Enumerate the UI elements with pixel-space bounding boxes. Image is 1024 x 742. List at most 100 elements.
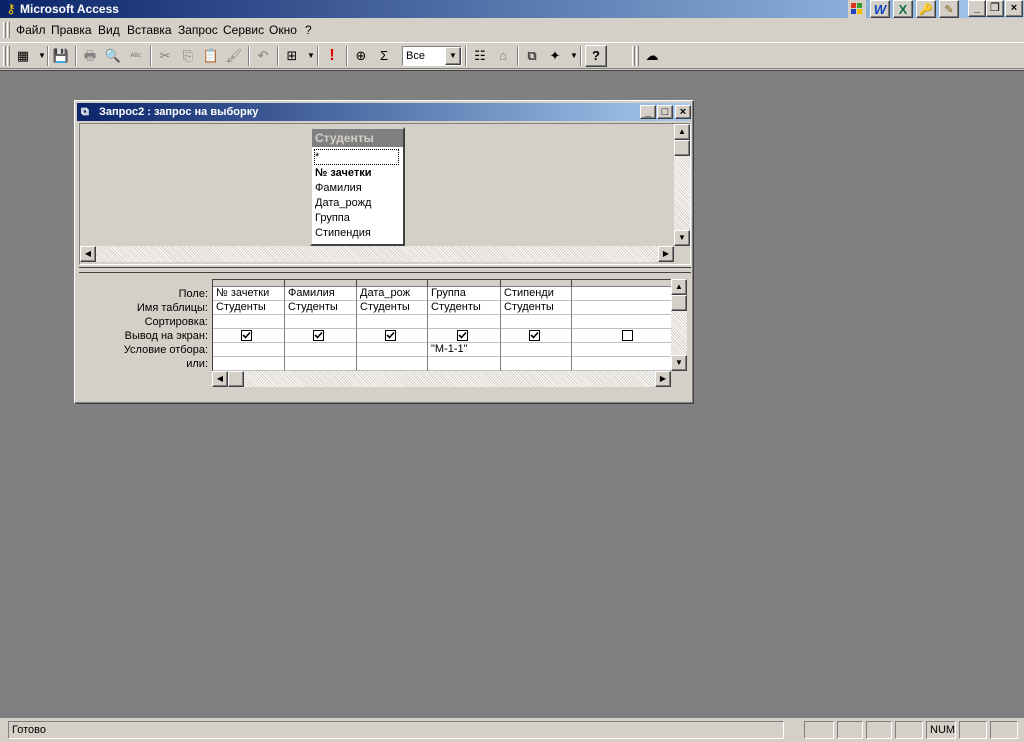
grid-or-cell[interactable]: [357, 357, 428, 371]
scroll-down-icon[interactable]: ▼: [671, 355, 687, 371]
grid-table-cell[interactable]: [572, 301, 671, 315]
scroll-left-icon[interactable]: ◀: [80, 246, 96, 262]
show-table-icon[interactable]: ⊕: [350, 45, 372, 67]
grid-sort-cell[interactable]: [357, 315, 428, 329]
query-design-grid[interactable]: № зачетки Студенты Фамилия Студенты Дата…: [212, 279, 671, 371]
run-icon[interactable]: !: [321, 45, 343, 67]
app-title-bar[interactable]: ⚷ Microsoft Access W X 🔑 ✎ _ ❐ ×: [0, 0, 1024, 18]
scroll-up-icon[interactable]: ▲: [671, 279, 687, 295]
grid-criteria-cell[interactable]: [213, 343, 285, 357]
copy-icon[interactable]: ⎘: [177, 45, 199, 67]
query-close-button[interactable]: ×: [675, 105, 691, 119]
grid-table-cell[interactable]: Студенты: [428, 301, 501, 315]
print-icon[interactable]: 🖶: [79, 45, 101, 67]
access-icon[interactable]: 🔑: [916, 0, 936, 18]
grid-criteria-cell[interactable]: [501, 343, 572, 357]
scroll-thumb[interactable]: [228, 371, 244, 387]
column-selector[interactable]: [501, 280, 572, 287]
menu-window[interactable]: Окно: [269, 23, 297, 37]
grid-sort-cell[interactable]: [572, 315, 671, 329]
grid-field-cell[interactable]: Дата_рож: [357, 287, 428, 301]
grid-table-cell[interactable]: Студенты: [357, 301, 428, 315]
query-design-window[interactable]: ⧉ Запрос2 : запрос на выборку _ □ × Студ…: [74, 100, 694, 404]
notes-icon[interactable]: ✎: [939, 0, 959, 18]
totals-icon[interactable]: Σ: [373, 45, 395, 67]
menu-view[interactable]: Вид: [98, 23, 120, 37]
scroll-thumb[interactable]: [671, 295, 687, 311]
menu-tools[interactable]: Сервис: [223, 23, 264, 37]
table-area-hscroll[interactable]: ◀ ▶: [80, 246, 674, 262]
spelling-icon[interactable]: ᴬᴮᶜ: [125, 45, 147, 67]
scroll-right-icon[interactable]: ▶: [658, 246, 674, 262]
query-maximize-button[interactable]: □: [657, 105, 673, 119]
office-assistant-icon[interactable]: ☁: [641, 45, 663, 67]
menu-insert[interactable]: Вставка: [127, 23, 172, 37]
cut-icon[interactable]: ✂: [154, 45, 176, 67]
scroll-down-icon[interactable]: ▼: [674, 230, 690, 246]
query-minimize-button[interactable]: _: [640, 105, 656, 119]
toolbar-grip-3[interactable]: [632, 46, 635, 66]
grid-field-cell[interactable]: Фамилия: [285, 287, 357, 301]
app-close-button[interactable]: ×: [1005, 0, 1023, 17]
grid-or-cell[interactable]: [572, 357, 671, 371]
scroll-left-icon[interactable]: ◀: [212, 371, 228, 387]
grid-vscroll[interactable]: ▲ ▼: [671, 279, 687, 371]
app-minimize-button[interactable]: _: [968, 0, 986, 17]
show-checkbox[interactable]: [385, 330, 396, 341]
menu-file[interactable]: Файл: [16, 23, 46, 37]
grid-sort-cell[interactable]: [501, 315, 572, 329]
grid-sort-cell[interactable]: [285, 315, 357, 329]
toolbar-grip[interactable]: [3, 46, 6, 66]
show-checkbox[interactable]: [457, 330, 468, 341]
show-checkbox[interactable]: [313, 330, 324, 341]
help-icon[interactable]: ?: [585, 45, 607, 67]
field-list-students[interactable]: Студенты * № зачетки Фамилия Дата_рожд Г…: [310, 127, 405, 246]
menu-query[interactable]: Запрос: [178, 23, 218, 37]
column-selector[interactable]: [572, 280, 671, 287]
column-selector[interactable]: [357, 280, 428, 287]
grid-criteria-cell[interactable]: [357, 343, 428, 357]
grid-criteria-cell[interactable]: "М-1-1": [428, 343, 501, 357]
column-selector[interactable]: [285, 280, 357, 287]
properties-icon[interactable]: ☷: [469, 45, 491, 67]
table-area[interactable]: Студенты * № зачетки Фамилия Дата_рожд Г…: [79, 123, 691, 265]
scroll-right-icon[interactable]: ▶: [655, 371, 671, 387]
pane-splitter[interactable]: [79, 267, 691, 273]
word-icon[interactable]: W: [870, 0, 890, 18]
excel-icon[interactable]: X: [893, 0, 913, 18]
grid-hscroll[interactable]: ◀ ▶: [212, 371, 671, 387]
grid-or-cell[interactable]: [428, 357, 501, 371]
grid-or-cell[interactable]: [501, 357, 572, 371]
grid-sort-cell[interactable]: [428, 315, 501, 329]
table-area-vscroll[interactable]: ▲ ▼: [674, 124, 690, 246]
field-group[interactable]: Группа: [315, 211, 350, 225]
grid-field-cell[interactable]: № зачетки: [213, 287, 285, 301]
field-stipend[interactable]: Стипендия: [315, 226, 371, 240]
field-all[interactable]: *: [314, 149, 399, 165]
grid-field-cell[interactable]: Группа: [428, 287, 501, 301]
database-window-icon[interactable]: ⧉: [521, 45, 543, 67]
field-surname[interactable]: Фамилия: [315, 181, 362, 195]
query-window-title-bar[interactable]: ⧉ Запрос2 : запрос на выборку _ □ ×: [77, 103, 691, 121]
scroll-thumb[interactable]: [674, 140, 690, 156]
grid-or-cell[interactable]: [213, 357, 285, 371]
field-list-title[interactable]: Студенты: [312, 129, 403, 147]
chevron-down-icon[interactable]: ▼: [445, 47, 461, 65]
undo-icon[interactable]: ↶: [252, 45, 274, 67]
show-checkbox[interactable]: [529, 330, 540, 341]
paste-icon[interactable]: 📋: [200, 45, 222, 67]
column-selector[interactable]: [213, 280, 285, 287]
grid-criteria-cell[interactable]: [572, 343, 671, 357]
windows-flag-icon[interactable]: [848, 0, 866, 18]
top-values-combo[interactable]: Все ▼: [402, 46, 462, 66]
grid-table-cell[interactable]: Студенты: [213, 301, 285, 315]
format-painter-icon[interactable]: 🖌: [223, 45, 245, 67]
field-birth-date[interactable]: Дата_рожд: [315, 196, 371, 210]
app-restore-button[interactable]: ❐: [986, 0, 1004, 17]
grid-table-cell[interactable]: Студенты: [501, 301, 572, 315]
toolbar-grip-2[interactable]: [7, 46, 10, 66]
grid-or-cell[interactable]: [285, 357, 357, 371]
scroll-up-icon[interactable]: ▲: [674, 124, 690, 140]
build-icon[interactable]: ⌂: [492, 45, 514, 67]
grid-sort-cell[interactable]: [213, 315, 285, 329]
